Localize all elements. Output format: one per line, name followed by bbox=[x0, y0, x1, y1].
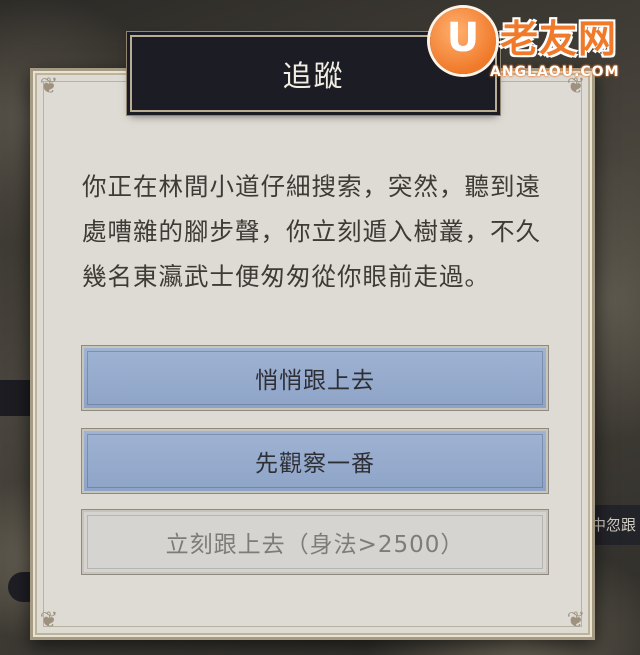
ornament-corner-icon: ❦ bbox=[39, 74, 59, 99]
dialog-description: 你正在林間小道仔細搜索，突然，聽到遠處嘈雜的腳步聲，你立刻遁入樹叢，不久幾名東瀛… bbox=[82, 172, 541, 291]
logo-site-text: ANGLAOU.COM bbox=[490, 64, 620, 80]
logo-brand-text: 老友网 bbox=[500, 17, 618, 61]
ornament-corner-icon: ❦ bbox=[566, 608, 586, 633]
choice-label: 先觀察一番 bbox=[255, 451, 375, 477]
choice-follow-immediately-button[interactable]: 立刻跟上去（身法>2500） bbox=[82, 510, 548, 574]
choice-label: 悄悄跟上去 bbox=[255, 368, 375, 394]
choice-observe-first-button[interactable]: 先觀察一番 bbox=[82, 429, 548, 493]
logo-mark-icon: U bbox=[430, 8, 496, 74]
choice-label: 立刻跟上去（身法>2500） bbox=[165, 532, 465, 558]
background-side-label: 中忽跟 bbox=[590, 505, 640, 545]
ornament-corner-icon: ❦ bbox=[39, 608, 59, 633]
choice-follow-quietly-button[interactable]: 悄悄跟上去 bbox=[82, 346, 548, 410]
watermark-logo: U 老友网 ANGLAOU.COM bbox=[430, 4, 636, 94]
dialog-title: 追蹤 bbox=[282, 58, 345, 93]
